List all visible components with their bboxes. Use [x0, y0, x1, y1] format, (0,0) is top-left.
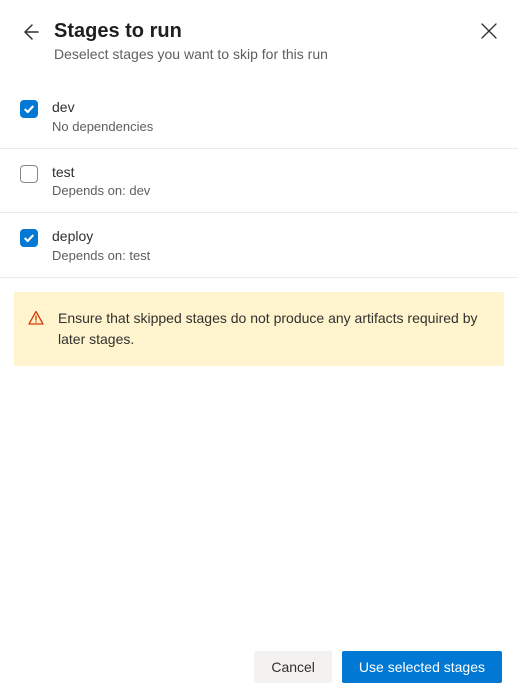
warning-text: Ensure that skipped stages do not produc…	[58, 308, 488, 350]
cancel-button[interactable]: Cancel	[254, 651, 332, 683]
stage-row-deploy[interactable]: deploy Depends on: test	[0, 213, 518, 278]
spacer	[0, 366, 518, 637]
stage-list: dev No dependencies test Depends on: dev…	[0, 84, 518, 278]
stage-text: dev No dependencies	[52, 98, 153, 134]
dialog-footer: Cancel Use selected stages	[0, 637, 518, 699]
stage-name: dev	[52, 98, 153, 118]
checkbox-deploy[interactable]	[20, 229, 38, 247]
stage-row-test[interactable]: test Depends on: dev	[0, 149, 518, 214]
warning-icon	[28, 310, 44, 326]
checkbox-dev[interactable]	[20, 100, 38, 118]
stage-text: test Depends on: dev	[52, 163, 150, 199]
stage-name: deploy	[52, 227, 150, 247]
header-text: Stages to run Deselect stages you want t…	[54, 18, 480, 62]
stage-name: test	[52, 163, 150, 183]
checkbox-test[interactable]	[20, 165, 38, 183]
dialog-subtitle: Deselect stages you want to skip for thi…	[54, 46, 480, 62]
stage-dependency: Depends on: dev	[52, 183, 150, 198]
warning-alert: Ensure that skipped stages do not produc…	[14, 292, 504, 366]
confirm-button[interactable]: Use selected stages	[342, 651, 502, 683]
dialog-title: Stages to run	[54, 18, 480, 44]
stage-dependency: No dependencies	[52, 119, 153, 134]
stage-row-dev[interactable]: dev No dependencies	[0, 84, 518, 149]
back-icon[interactable]	[20, 22, 40, 42]
close-icon[interactable]	[480, 22, 498, 40]
stage-text: deploy Depends on: test	[52, 227, 150, 263]
dialog-header: Stages to run Deselect stages you want t…	[0, 0, 518, 74]
stage-dependency: Depends on: test	[52, 248, 150, 263]
